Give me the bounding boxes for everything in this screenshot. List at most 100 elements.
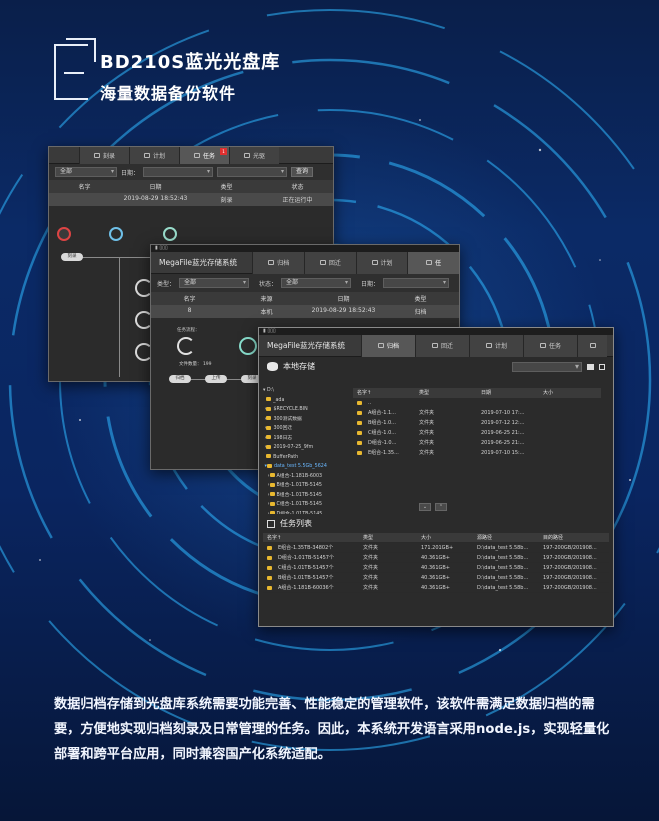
folder-open-icon[interactable] <box>587 363 594 370</box>
folder-icon <box>357 420 362 425</box>
tree-item[interactable]: › B组合-1.01TB-5145 <box>263 491 349 501</box>
list-item[interactable]: C组合-1.0... 文件夹 2019-06-25 21:... <box>353 428 601 438</box>
list-item[interactable]: B组合-1.0... 文件夹 2019-07-12 12:... <box>353 418 601 428</box>
tab-task[interactable]: 任 <box>407 251 459 274</box>
date-input[interactable] <box>383 278 450 288</box>
status-select[interactable]: 全部 <box>281 278 352 288</box>
tab-archive[interactable]: 归档 <box>252 251 305 274</box>
tree-item[interactable]: › B组合-1.01TB-5145 <box>263 481 349 491</box>
tab-restore[interactable]: 回迁 <box>415 334 469 357</box>
task-icon <box>193 152 200 158</box>
tree-item[interactable]: › 300测试数据 <box>263 415 349 425</box>
task-table: 名字↑ 类型 大小 源路径 目的路径 E组合-1.35TB-34802个 文件夹 1… <box>263 533 609 593</box>
task-list-header: 任务列表 <box>259 514 613 533</box>
table-row[interactable]: E组合-1.35TB-34802个 文件夹 171.201GB+ D:\data_te… <box>263 543 609 553</box>
tree-item[interactable]: › $RECYCLE.BIN <box>263 405 349 415</box>
window-b-header: MegaFile蓝光存储系统 归档 回迁 计划 任 <box>151 251 459 274</box>
tree-item[interactable]: › A组合-1.181B-6003 <box>263 472 349 482</box>
task-table-header: 名字 日期 类型 状态 <box>49 180 333 193</box>
tab-restore[interactable]: 回迁 <box>304 251 356 274</box>
window-a-header: 刻录 计划 任务 1 光驱 <box>49 147 333 164</box>
clock-icon <box>143 152 150 158</box>
directory-tree: ▾ D:\ _ada › $RECYCLE.BIN › 300测试数据 › 300回迁… <box>263 386 349 519</box>
filter-bar: 类型： 全部 状态： 全部 日期： <box>151 274 459 292</box>
app-name: MegaFile蓝光存储系统 <box>267 341 345 350</box>
tree-item[interactable]: _ada <box>263 396 349 406</box>
folder-icon <box>267 575 272 580</box>
list-item[interactable]: .. <box>353 398 601 408</box>
move-down-button[interactable]: ⌄ <box>419 503 431 511</box>
folder-icon <box>266 406 272 411</box>
move-up-button[interactable]: ⌃ <box>435 503 447 511</box>
filter-bar: 全部 日期： 查询 <box>49 164 333 180</box>
task-badge: 1 <box>220 147 227 155</box>
tab-plan[interactable]: 计划 <box>355 251 408 274</box>
table-row[interactable]: B组合-1.01TB-51457个 文件夹 40.361GB+ D:\data_tes… <box>263 573 609 583</box>
list-item[interactable]: D组合-1.0... 文件夹 2019-06-25 21:... <box>353 438 601 448</box>
table-row[interactable]: C组合-1.01TB-51457个 文件夹 40.361GB+ D:\data_tes… <box>263 563 609 573</box>
progress-ring-icon <box>177 337 195 355</box>
more-icon <box>589 343 596 348</box>
folder-icon <box>357 430 362 435</box>
tab-plan[interactable]: 计划 <box>469 334 523 357</box>
local-storage-header: 本地存储 <box>259 357 613 376</box>
list-item[interactable]: A组合-1.1... 文件夹 2019-07-10 17:... <box>353 408 601 418</box>
archive-icon <box>268 260 275 265</box>
folder-icon <box>357 410 362 415</box>
table-row[interactable]: 8 本机 2019-08-29 18:52:43 归档 <box>151 305 459 318</box>
folder-icon <box>269 482 275 487</box>
folder-icon <box>357 400 362 405</box>
restore-icon <box>431 343 438 348</box>
tree-item[interactable]: BufferPath <box>263 453 349 463</box>
date-start-input[interactable] <box>143 167 214 177</box>
brand-logo <box>54 38 96 100</box>
tree-item-selected[interactable]: ▾ data_test 5.5Gb_5624 <box>263 462 349 472</box>
transfer-buttons: ⌄ ⌃ <box>419 503 447 511</box>
query-button[interactable]: 查询 <box>291 167 314 177</box>
tab-burn[interactable]: 刻录 <box>79 147 129 164</box>
clock-icon <box>371 260 378 265</box>
tree-item[interactable]: › 300回迁 <box>263 424 349 434</box>
archive-icon <box>377 343 384 348</box>
date-end-input[interactable] <box>217 167 288 177</box>
tab-more[interactable] <box>577 334 607 357</box>
tab-drive[interactable]: 光驱 <box>229 147 279 164</box>
flow-pill: 刻录 <box>61 253 83 261</box>
burn-node-icon <box>163 227 177 241</box>
tree-item[interactable]: › 198日志 <box>263 434 349 444</box>
tree-item[interactable]: › C组合-1.01TB-5145 <box>263 500 349 510</box>
list-item[interactable]: E组合-1.35... 文件夹 2019-07-10 15:... <box>353 448 601 458</box>
save-icon[interactable] <box>599 363 605 370</box>
tree-item[interactable]: › 2019-07-25_9fm <box>263 443 349 453</box>
folder-icon <box>266 435 272 439</box>
description-text: 数据归档存储到光盘库系统需要功能完善、性能稳定的管理软件，该软件需满足数据归档的… <box>54 697 610 762</box>
folder-icon <box>266 416 272 420</box>
tab-plan[interactable]: 计划 <box>129 147 179 164</box>
tree-item[interactable]: ▾ D:\ <box>263 386 349 396</box>
task-table-header: 名字↑ 类型 大小 源路径 目的路径 <box>263 533 609 543</box>
folder-icon <box>266 397 272 401</box>
folder-icon <box>266 425 272 430</box>
tab-task[interactable]: 任务 1 <box>179 147 229 164</box>
window-local-storage: ▮ ▯▯▯ MegaFile蓝光存储系统 归档 回迁 计划 任务 本地存储 ▾ … <box>258 327 614 627</box>
clock-icon <box>485 343 492 348</box>
table-row[interactable]: A组合-1.181B-60036个 文件夹 40.361GB+ D:\data_tes… <box>263 583 609 593</box>
database-icon <box>267 362 278 371</box>
type-select[interactable]: 全部 <box>55 167 117 177</box>
task-list-icon <box>267 519 275 528</box>
path-input[interactable] <box>512 361 582 372</box>
tab-archive[interactable]: 归档 <box>361 334 415 357</box>
folder-icon <box>269 473 275 477</box>
flow-label: 任务流程： <box>177 328 200 333</box>
burn-icon <box>93 152 100 158</box>
folder-icon <box>267 585 272 590</box>
table-row[interactable]: 2019-08-29 18:52:43 刻录 正在运行中 <box>49 193 333 206</box>
type-select[interactable]: 全部 <box>179 278 250 288</box>
tab-task[interactable]: 任务 <box>523 334 577 357</box>
folder-icon <box>267 565 272 570</box>
check-node-icon <box>239 337 257 355</box>
flow-pill-upload: 上传 <box>205 375 227 383</box>
table-row[interactable]: D组合-1.01TB-51457个 文件夹 40.361GB+ D:\data_tes… <box>263 553 609 563</box>
folder-icon <box>269 501 275 506</box>
clock-node-icon <box>109 227 123 241</box>
